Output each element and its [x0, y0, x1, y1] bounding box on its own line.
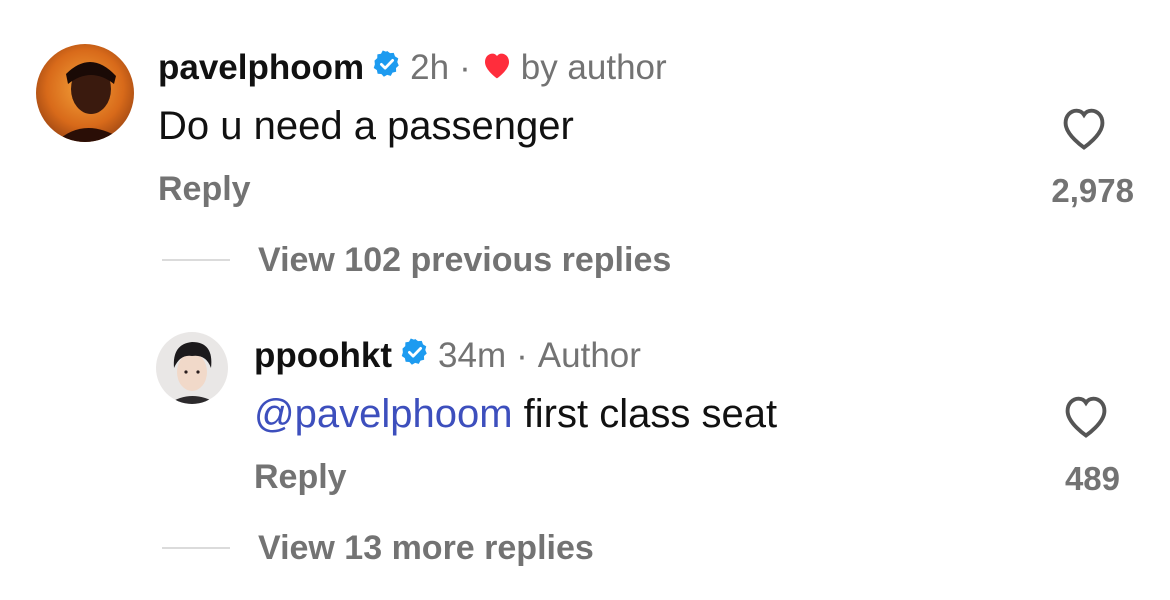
divider-line	[162, 547, 230, 549]
reply-button[interactable]: Reply	[254, 455, 347, 499]
comment-text: Do u need a passenger	[158, 104, 574, 148]
username[interactable]: ppoohkt	[254, 334, 392, 378]
verified-badge-icon	[400, 334, 430, 378]
like-count: 2,978	[1051, 172, 1134, 209]
view-more-replies-button[interactable]: View 13 more replies	[162, 526, 594, 570]
view-more-replies-label: View 13 more replies	[258, 529, 594, 567]
verified-badge-icon	[372, 46, 402, 90]
view-previous-replies-button[interactable]: View 102 previous replies	[162, 238, 671, 282]
comment-text: @pavelphoom first class seat	[254, 389, 777, 439]
separator: ·	[459, 48, 471, 87]
username[interactable]: pavelphoom	[158, 46, 364, 90]
mention-link[interactable]: @pavelphoom	[254, 392, 513, 436]
timestamp: 34m	[438, 336, 507, 375]
heart-filled-icon	[481, 47, 513, 91]
comment-text-content: first class seat	[512, 392, 778, 436]
reply-button[interactable]: Reply	[158, 167, 251, 211]
heart-outline-icon[interactable]	[1058, 104, 1110, 157]
timestamp: 2h	[410, 48, 450, 87]
view-previous-replies-label: View 102 previous replies	[258, 241, 672, 279]
comment-header: ppoohkt 34m · Author	[254, 334, 641, 378]
avatar-pavelphoom[interactable]	[36, 44, 134, 142]
author-label: Author	[537, 336, 641, 375]
heart-outline-icon[interactable]	[1060, 392, 1112, 445]
like-count: 489	[1064, 460, 1120, 497]
liked-by-author-label: by author	[520, 48, 667, 87]
divider-line	[162, 259, 230, 261]
separator: ·	[516, 336, 528, 375]
comment-header: pavelphoom 2h · by author	[158, 46, 667, 90]
avatar-ppoohkt[interactable]	[156, 332, 228, 404]
